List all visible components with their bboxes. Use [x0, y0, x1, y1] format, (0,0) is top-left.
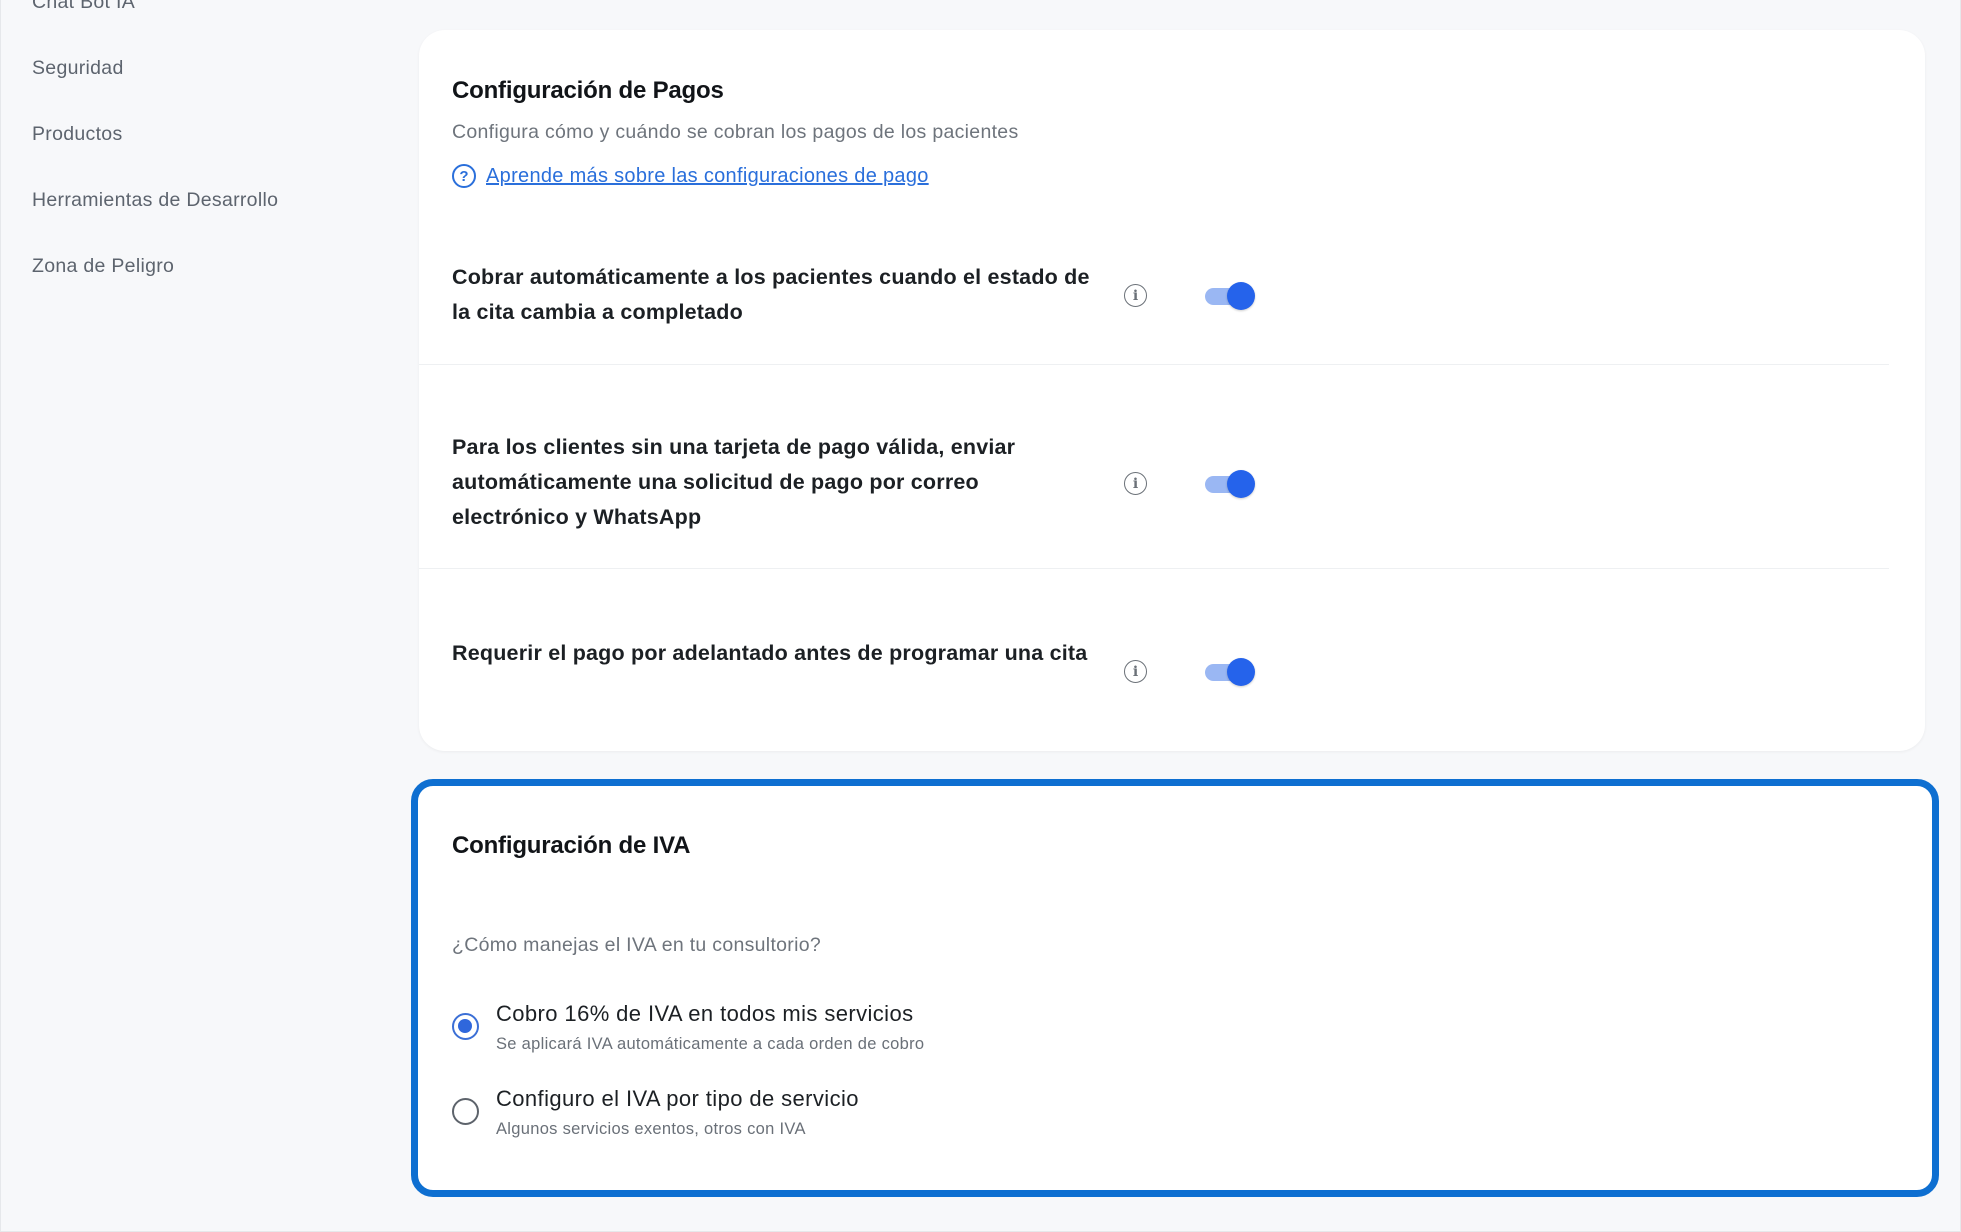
help-link-text: Aprende más sobre las configuraciones de… — [486, 164, 929, 187]
info-circle-icon[interactable]: i — [1124, 472, 1147, 495]
sidebar-item-productos[interactable]: Productos — [32, 123, 123, 146]
iva-question: ¿Cómo manejas el IVA en tu consultorio? — [452, 934, 822, 956]
option-hint: Algunos servicios exentos, otros con IVA — [496, 1120, 806, 1138]
payment-request-toggle[interactable] — [1203, 468, 1257, 500]
option-label: Cobro 16% de IVA en todos mis servicios — [496, 1001, 914, 1026]
setting-label: Requerir el pago por adelantado antes de… — [452, 641, 1088, 665]
info-circle-icon[interactable]: i — [1124, 284, 1147, 307]
payments-subtitle: Configura cómo y cuándo se cobran los pa… — [452, 121, 1019, 143]
settings-sidebar: Chat Bot IA Seguridad Productos Herramie… — [1, 0, 401, 1232]
app-frame: Chat Bot IA Seguridad Productos Herramie… — [0, 0, 1961, 1232]
payments-settings-card: Configuración de Pagos Configura cómo y … — [419, 30, 1925, 751]
option-hint: Se aplicará IVA automáticamente a cada o… — [496, 1035, 925, 1053]
toggle-knob — [1227, 282, 1255, 310]
radio-selected[interactable] — [452, 1013, 479, 1040]
sidebar-item-herramientas[interactable]: Herramientas de Desarrollo — [32, 189, 278, 212]
question-circle-icon: ? — [452, 164, 476, 188]
divider — [419, 364, 1889, 365]
payments-title: Configuración de Pagos — [452, 77, 724, 104]
setting-label: Cobrar automáticamente a los pacientes c… — [452, 265, 1090, 324]
payments-help-link[interactable]: ? Aprende más sobre las configuraciones … — [452, 164, 929, 188]
sidebar-item-seguridad[interactable]: Seguridad — [32, 57, 124, 80]
info-circle-icon[interactable]: i — [1124, 660, 1147, 683]
iva-title: Configuración de IVA — [452, 832, 691, 859]
prepay-toggle[interactable] — [1203, 656, 1257, 688]
toggle-knob — [1227, 470, 1255, 498]
iva-settings-card: Configuración de IVA ¿Cómo manejas el IV… — [411, 779, 1939, 1197]
radio-unselected[interactable] — [452, 1098, 479, 1125]
divider — [419, 568, 1889, 569]
toggle-knob — [1227, 658, 1255, 686]
auto-charge-toggle[interactable] — [1203, 280, 1257, 312]
option-label: Configuro el IVA por tipo de servicio — [496, 1086, 859, 1111]
sidebar-item-chat-bot[interactable]: Chat Bot IA — [32, 0, 135, 14]
setting-label: Para los clientes sin una tarjeta de pag… — [452, 435, 1016, 529]
sidebar-item-zona-peligro[interactable]: Zona de Peligro — [32, 255, 174, 278]
